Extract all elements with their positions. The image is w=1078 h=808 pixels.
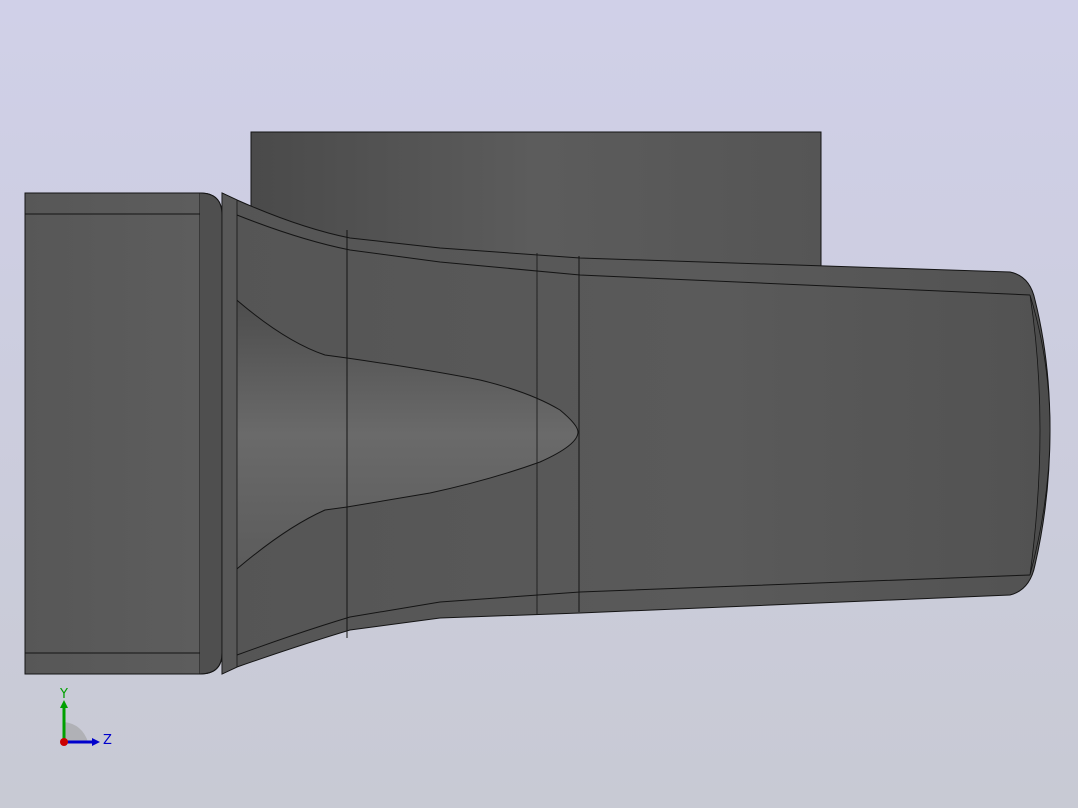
triad-plane-indicator bbox=[64, 722, 88, 742]
y-axis-label: Y bbox=[59, 687, 68, 702]
x-axis-dot bbox=[60, 738, 68, 746]
graphics-viewport[interactable]: Y Z bbox=[0, 0, 1078, 808]
orientation-triad[interactable]: Y Z bbox=[44, 684, 124, 754]
model-view[interactable] bbox=[0, 0, 1078, 808]
z-axis-arrowhead bbox=[92, 738, 100, 746]
z-axis-label: Z bbox=[103, 733, 112, 748]
flange-transition-face bbox=[221, 192, 238, 675]
left-flange-face[interactable] bbox=[24, 192, 223, 675]
flange-fillet-face bbox=[199, 192, 223, 675]
